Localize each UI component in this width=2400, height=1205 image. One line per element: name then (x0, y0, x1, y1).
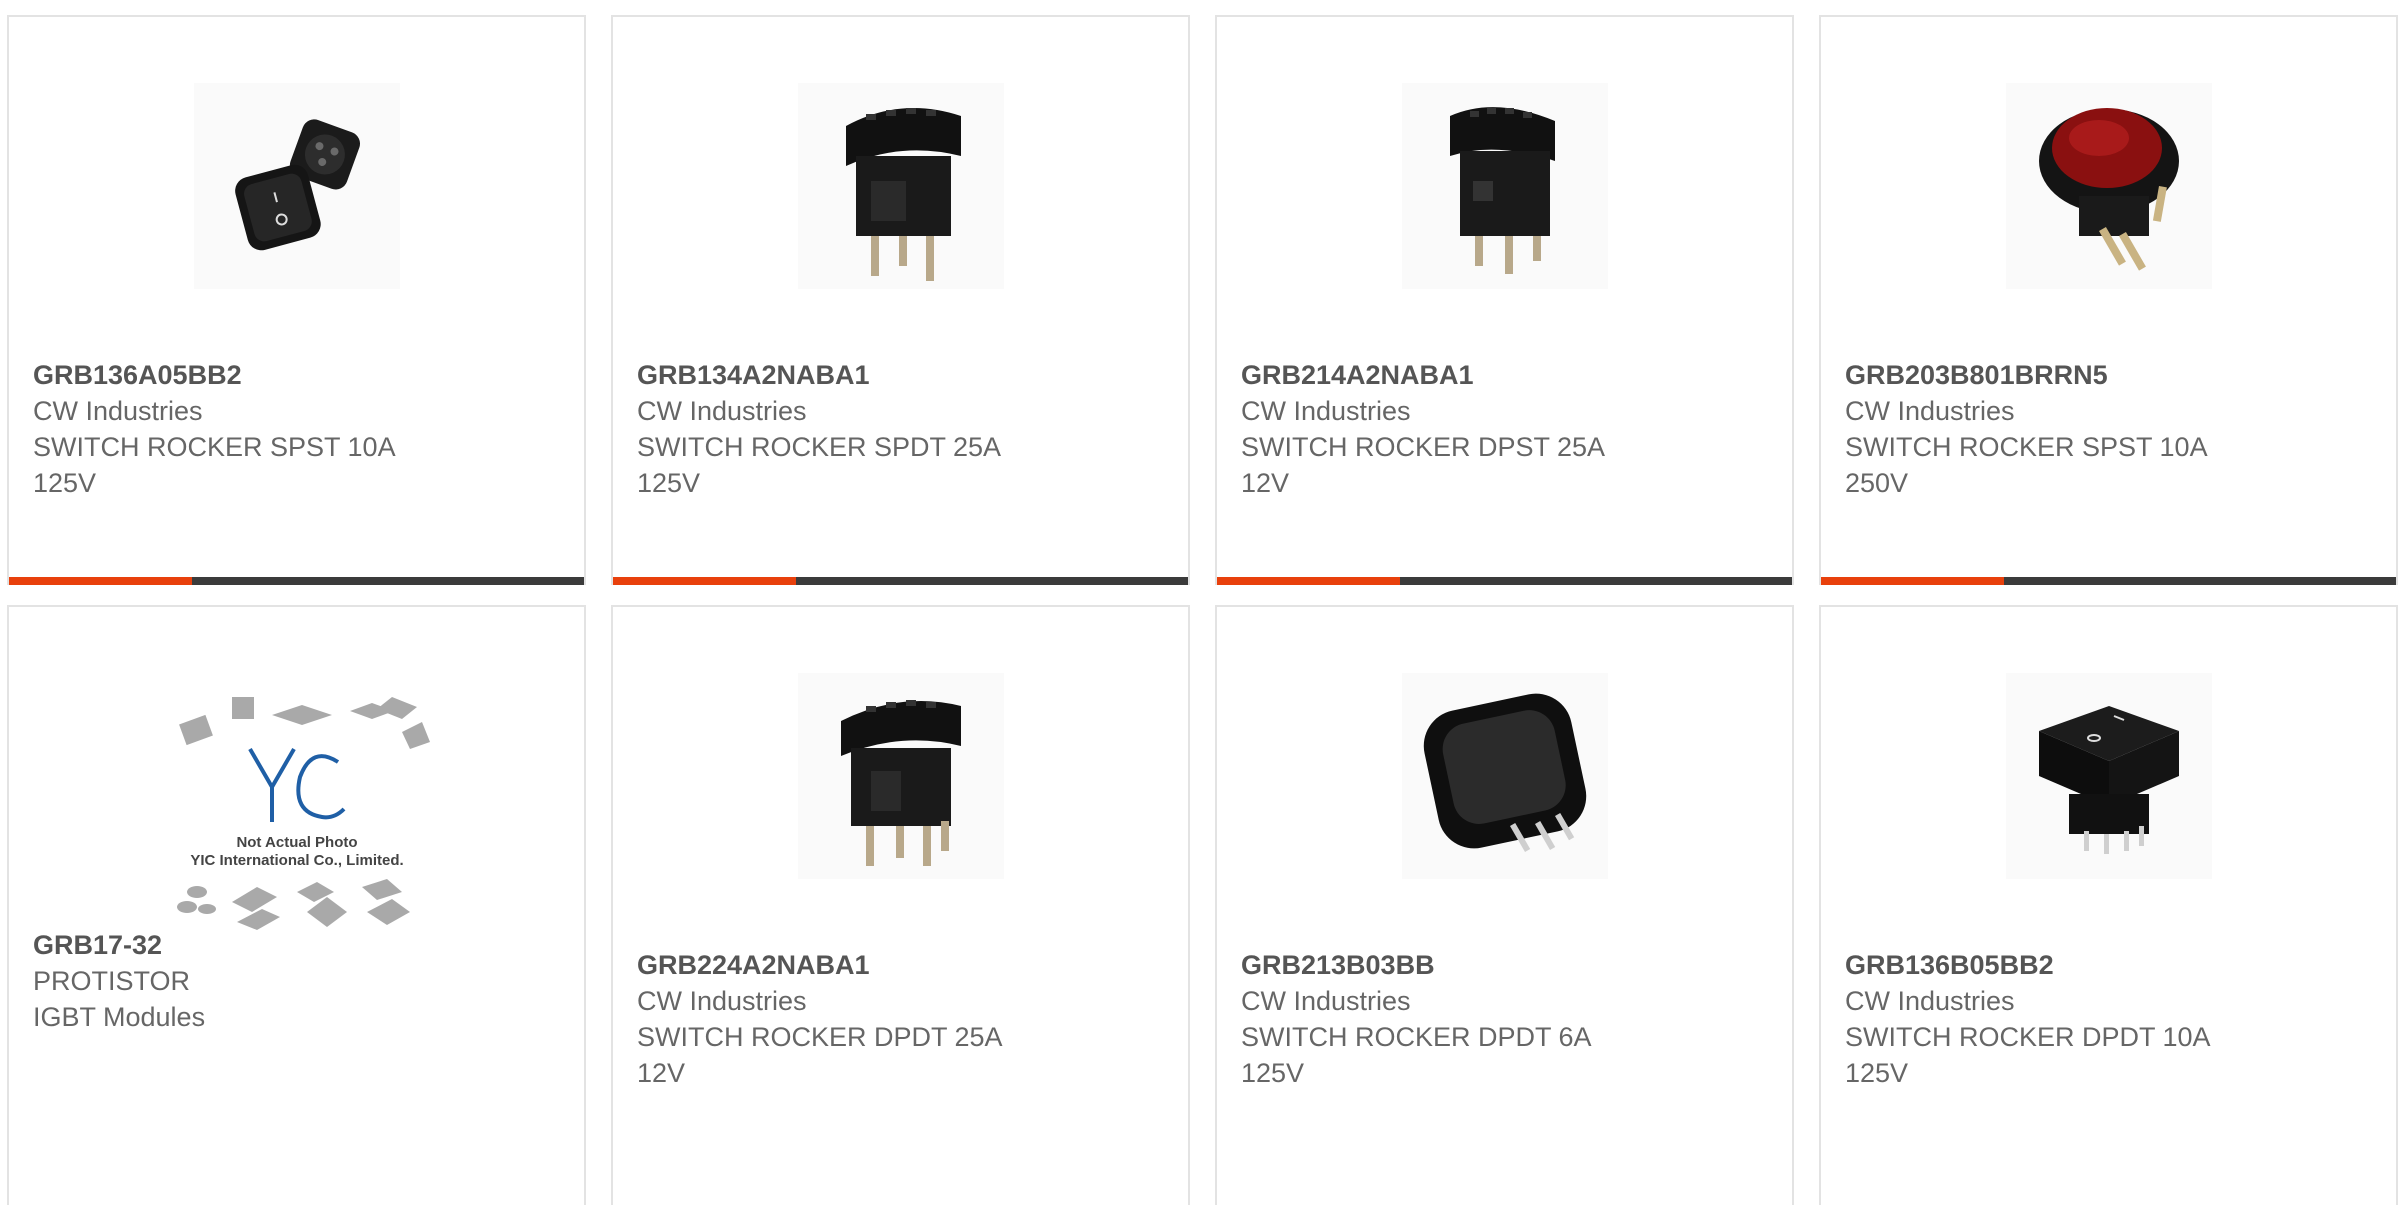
card-accent-highlight (1217, 577, 1400, 585)
description-line: 125V (1845, 1058, 1909, 1088)
product-info: GRB136A05BB2 CW Industries SWITCH ROCKER… (33, 357, 564, 501)
description-line: IGBT Modules (33, 1002, 206, 1032)
description-line: SWITCH ROCKER DPST 25A (1241, 432, 1606, 462)
description-line: 12V (637, 1058, 686, 1088)
description-line: 250V (1845, 468, 1909, 498)
square-black-rocker-switch-icon (1423, 693, 1586, 852)
description-line: SWITCH ROCKER DPDT 25A (637, 1022, 1003, 1052)
card-accent-highlight (1821, 577, 2004, 585)
product-card[interactable]: GRB224A2NABA1 CW Industries SWITCH ROCKE… (611, 605, 1190, 1205)
manufacturer: CW Industries (637, 396, 807, 426)
product-info: GRB134A2NABA1 CW Industries SWITCH ROCKE… (637, 357, 1168, 501)
part-number-link[interactable]: GRB224A2NABA1 (637, 947, 1168, 983)
product-card[interactable]: GRB213B03BB CW Industries SWITCH ROCKER … (1215, 605, 1794, 1205)
part-number-link[interactable]: GRB214A2NABA1 (1241, 357, 1772, 393)
product-image[interactable] (1401, 83, 1608, 289)
part-number-link[interactable]: GRB136B05BB2 (1845, 947, 2376, 983)
description-line: 125V (1241, 1058, 1305, 1088)
product-info: GRB203B801BRRN5 CW Industries SWITCH ROC… (1845, 357, 2376, 501)
sealed-rocker-switch-icon (840, 700, 961, 866)
product-card[interactable]: Not Actual Photo YIC International Co., … (7, 605, 586, 1205)
product-image[interactable] (2005, 673, 2212, 879)
description-line: 12V (1241, 468, 1290, 498)
description-line: SWITCH ROCKER SPDT 25A (637, 432, 1002, 462)
placeholder-chips-icon: Not Actual Photo YIC International Co., … (176, 697, 430, 930)
placeholder-caption: Not Actual Photo (236, 834, 357, 851)
part-number-link[interactable]: GRB17-32 (33, 927, 564, 963)
card-accent-bar (613, 577, 1188, 585)
part-number-link[interactable]: GRB213B03BB (1241, 947, 1772, 983)
part-number-link[interactable]: GRB203B801BRRN5 (1845, 357, 2376, 393)
card-accent-bar (1217, 577, 1792, 585)
card-accent-bar (9, 577, 584, 585)
description-line: SWITCH ROCKER SPST 10A (1845, 432, 2208, 462)
product-info: GRB213B03BB CW Industries SWITCH ROCKER … (1241, 947, 1772, 1091)
product-card[interactable]: GRB203B801BRRN5 CW Industries SWITCH ROC… (1819, 15, 2398, 585)
product-image[interactable] (797, 673, 1004, 879)
manufacturer: CW Industries (33, 396, 203, 426)
sealed-rocker-switch-icon (845, 108, 961, 281)
manufacturer: CW Industries (1845, 396, 2015, 426)
product-image[interactable] (2005, 83, 2212, 289)
product-info: GRB136B05BB2 CW Industries SWITCH ROCKER… (1845, 947, 2376, 1091)
product-card[interactable]: GRB134A2NABA1 CW Industries SWITCH ROCKE… (611, 15, 1190, 585)
product-image[interactable]: Not Actual Photo YIC International Co., … (161, 687, 432, 937)
product-info: GRB224A2NABA1 CW Industries SWITCH ROCKE… (637, 947, 1168, 1091)
product-info: GRB17-32 PROTISTOR IGBT Modules (33, 927, 564, 1035)
round-red-rocker-switch-icon (2038, 108, 2179, 271)
manufacturer: CW Industries (1241, 986, 1411, 1016)
manufacturer: CW Industries (637, 986, 807, 1016)
manufacturer: CW Industries (1241, 396, 1411, 426)
part-number-link[interactable]: GRB134A2NABA1 (637, 357, 1168, 393)
description-line: 125V (637, 468, 701, 498)
product-card[interactable]: GRB136B05BB2 CW Industries SWITCH ROCKER… (1819, 605, 2398, 1205)
description-line: SWITCH ROCKER DPDT 10A (1845, 1022, 2211, 1052)
description-line: SWITCH ROCKER SPST 10A (33, 432, 396, 462)
product-image[interactable] (797, 83, 1004, 289)
part-number-link[interactable]: GRB136A05BB2 (33, 357, 564, 393)
card-accent-highlight (9, 577, 192, 585)
product-grid: GRB136A05BB2 CW Industries SWITCH ROCKER… (7, 15, 2400, 1205)
description-line: SWITCH ROCKER DPDT 6A (1241, 1022, 1592, 1052)
manufacturer: PROTISTOR (33, 966, 191, 996)
card-accent-bar (1821, 577, 2396, 585)
product-image[interactable] (193, 83, 400, 289)
product-image[interactable] (1401, 673, 1608, 879)
product-card[interactable]: GRB136A05BB2 CW Industries SWITCH ROCKER… (7, 15, 586, 585)
placeholder-caption: YIC International Co., Limited. (190, 852, 403, 869)
description-line: 125V (33, 468, 97, 498)
card-accent-highlight (613, 577, 796, 585)
square-rocker-switch-icon (2038, 706, 2179, 854)
manufacturer: CW Industries (1845, 986, 2015, 1016)
sealed-rocker-switch-icon (1449, 107, 1555, 274)
product-card[interactable]: GRB214A2NABA1 CW Industries SWITCH ROCKE… (1215, 15, 1794, 585)
product-info: GRB214A2NABA1 CW Industries SWITCH ROCKE… (1241, 357, 1772, 501)
square-rocker-switch-pair-icon (234, 119, 360, 251)
